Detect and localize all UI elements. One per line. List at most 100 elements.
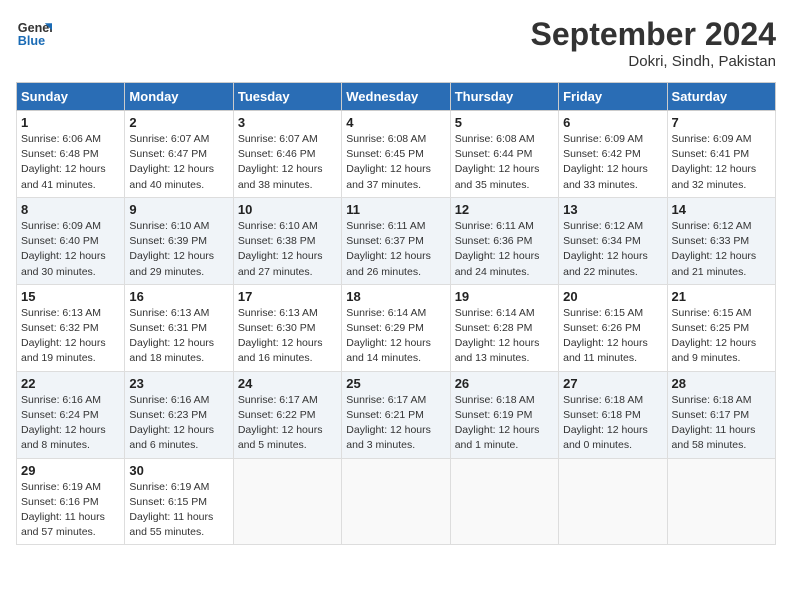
day-number: 8 (21, 202, 120, 217)
table-row: 26 Sunrise: 6:18 AMSunset: 6:19 PMDayligh… (450, 371, 558, 458)
day-info: Sunrise: 6:14 AMSunset: 6:29 PMDaylight:… (346, 306, 445, 367)
day-info: Sunrise: 6:16 AMSunset: 6:24 PMDaylight:… (21, 393, 120, 454)
table-row: 2 Sunrise: 6:07 AMSunset: 6:47 PMDaylight… (125, 111, 233, 198)
day-info: Sunrise: 6:07 AMSunset: 6:46 PMDaylight:… (238, 132, 337, 193)
table-row: 14 Sunrise: 6:12 AMSunset: 6:33 PMDayligh… (667, 197, 775, 284)
day-info: Sunrise: 6:10 AMSunset: 6:38 PMDaylight:… (238, 219, 337, 280)
calendar-week-row: 1 Sunrise: 6:06 AMSunset: 6:48 PMDaylight… (17, 111, 776, 198)
day-number: 6 (563, 115, 662, 130)
day-number: 16 (129, 289, 228, 304)
day-number: 23 (129, 376, 228, 391)
subtitle: Dokri, Sindh, Pakistan (531, 53, 776, 70)
day-info: Sunrise: 6:09 AMSunset: 6:40 PMDaylight:… (21, 219, 120, 280)
day-number: 2 (129, 115, 228, 130)
day-info: Sunrise: 6:18 AMSunset: 6:17 PMDaylight:… (672, 393, 771, 454)
day-number: 19 (455, 289, 554, 304)
day-number: 28 (672, 376, 771, 391)
day-number: 9 (129, 202, 228, 217)
table-row: 24Sunrise: 6:17 AMSunset: 6:22 PMDayligh… (233, 371, 341, 458)
logo-icon: General Blue (16, 16, 52, 52)
day-info: Sunrise: 6:19 AMSunset: 6:15 PMDaylight:… (129, 480, 228, 541)
calendar-week-row: 8 Sunrise: 6:09 AMSunset: 6:40 PMDaylight… (17, 197, 776, 284)
table-row: 18 Sunrise: 6:14 AMSunset: 6:29 PMDayligh… (342, 284, 450, 371)
table-row: 20 Sunrise: 6:15 AMSunset: 6:26 PMDayligh… (559, 284, 667, 371)
day-info: Sunrise: 6:10 AMSunset: 6:39 PMDaylight:… (129, 219, 228, 280)
table-row (342, 458, 450, 545)
day-number: 14 (672, 202, 771, 217)
table-row: 8 Sunrise: 6:09 AMSunset: 6:40 PMDaylight… (17, 197, 125, 284)
day-number: 24 (238, 376, 337, 391)
day-number: 22 (21, 376, 120, 391)
day-info: Sunrise: 6:11 AMSunset: 6:37 PMDaylight:… (346, 219, 445, 280)
col-tuesday: Tuesday (233, 83, 341, 111)
table-row: 16 Sunrise: 6:13 AMSunset: 6:31 PMDayligh… (125, 284, 233, 371)
day-number: 26 (455, 376, 554, 391)
day-number: 18 (346, 289, 445, 304)
day-info: Sunrise: 6:19 AMSunset: 6:16 PMDaylight:… (21, 480, 120, 541)
table-row: 5 Sunrise: 6:08 AMSunset: 6:44 PMDaylight… (450, 111, 558, 198)
day-number: 7 (672, 115, 771, 130)
table-row: 9 Sunrise: 6:10 AMSunset: 6:39 PMDaylight… (125, 197, 233, 284)
table-row: 19Sunrise: 6:14 AMSunset: 6:28 PMDayligh… (450, 284, 558, 371)
day-info: Sunrise: 6:08 AMSunset: 6:45 PMDaylight:… (346, 132, 445, 193)
table-row: 15Sunrise: 6:13 AMSunset: 6:32 PMDayligh… (17, 284, 125, 371)
day-number: 21 (672, 289, 771, 304)
page-header: General Blue September 2024 Dokri, Sindh… (16, 16, 776, 70)
day-number: 5 (455, 115, 554, 130)
day-info: Sunrise: 6:12 AMSunset: 6:33 PMDaylight:… (672, 219, 771, 280)
table-row (233, 458, 341, 545)
day-info: Sunrise: 6:17 AMSunset: 6:21 PMDaylight:… (346, 393, 445, 454)
table-row: 6Sunrise: 6:09 AMSunset: 6:42 PMDaylight… (559, 111, 667, 198)
calendar-week-row: 22 Sunrise: 6:16 AMSunset: 6:24 PMDayligh… (17, 371, 776, 458)
table-row (559, 458, 667, 545)
day-info: Sunrise: 6:06 AMSunset: 6:48 PMDaylight:… (21, 132, 120, 193)
day-number: 20 (563, 289, 662, 304)
day-number: 12 (455, 202, 554, 217)
day-number: 17 (238, 289, 337, 304)
table-row (667, 458, 775, 545)
day-info: Sunrise: 6:18 AMSunset: 6:18 PMDaylight:… (563, 393, 662, 454)
table-row: 4 Sunrise: 6:08 AMSunset: 6:45 PMDaylight… (342, 111, 450, 198)
col-sunday: Sunday (17, 83, 125, 111)
table-row: 17 Sunrise: 6:13 AMSunset: 6:30 PMDayligh… (233, 284, 341, 371)
logo: General Blue (16, 16, 52, 52)
day-info: Sunrise: 6:15 AMSunset: 6:26 PMDaylight:… (563, 306, 662, 367)
table-row: 11 Sunrise: 6:11 AMSunset: 6:37 PMDayligh… (342, 197, 450, 284)
table-row: 23 Sunrise: 6:16 AMSunset: 6:23 PMDayligh… (125, 371, 233, 458)
day-number: 3 (238, 115, 337, 130)
day-info: Sunrise: 6:13 AMSunset: 6:32 PMDaylight:… (21, 306, 120, 367)
table-row: 1 Sunrise: 6:06 AMSunset: 6:48 PMDaylight… (17, 111, 125, 198)
day-number: 30 (129, 463, 228, 478)
table-row: 22 Sunrise: 6:16 AMSunset: 6:24 PMDayligh… (17, 371, 125, 458)
col-monday: Monday (125, 83, 233, 111)
day-number: 25 (346, 376, 445, 391)
day-number: 1 (21, 115, 120, 130)
table-row: 10 Sunrise: 6:10 AMSunset: 6:38 PMDayligh… (233, 197, 341, 284)
title-block: September 2024 Dokri, Sindh, Pakistan (531, 16, 776, 70)
table-row: 3 Sunrise: 6:07 AMSunset: 6:46 PMDaylight… (233, 111, 341, 198)
day-info: Sunrise: 6:11 AMSunset: 6:36 PMDaylight:… (455, 219, 554, 280)
day-number: 11 (346, 202, 445, 217)
table-row (450, 458, 558, 545)
header-row: Sunday Monday Tuesday Wednesday Thursday… (17, 83, 776, 111)
day-number: 29 (21, 463, 120, 478)
calendar-week-row: 15Sunrise: 6:13 AMSunset: 6:32 PMDayligh… (17, 284, 776, 371)
main-title: September 2024 (531, 16, 776, 53)
day-info: Sunrise: 6:13 AMSunset: 6:30 PMDaylight:… (238, 306, 337, 367)
day-number: 13 (563, 202, 662, 217)
day-info: Sunrise: 6:16 AMSunset: 6:23 PMDaylight:… (129, 393, 228, 454)
table-row: 13 Sunrise: 6:12 AMSunset: 6:34 PMDayligh… (559, 197, 667, 284)
col-saturday: Saturday (667, 83, 775, 111)
day-number: 4 (346, 115, 445, 130)
calendar-table: Sunday Monday Tuesday Wednesday Thursday… (16, 82, 776, 545)
table-row: 28 Sunrise: 6:18 AMSunset: 6:17 PMDayligh… (667, 371, 775, 458)
day-number: 10 (238, 202, 337, 217)
day-info: Sunrise: 6:13 AMSunset: 6:31 PMDaylight:… (129, 306, 228, 367)
table-row: 29 Sunrise: 6:19 AMSunset: 6:16 PMDayligh… (17, 458, 125, 545)
svg-text:Blue: Blue (18, 34, 45, 48)
table-row: 12 Sunrise: 6:11 AMSunset: 6:36 PMDayligh… (450, 197, 558, 284)
day-info: Sunrise: 6:08 AMSunset: 6:44 PMDaylight:… (455, 132, 554, 193)
day-info: Sunrise: 6:18 AMSunset: 6:19 PMDaylight:… (455, 393, 554, 454)
day-info: Sunrise: 6:07 AMSunset: 6:47 PMDaylight:… (129, 132, 228, 193)
day-info: Sunrise: 6:12 AMSunset: 6:34 PMDaylight:… (563, 219, 662, 280)
